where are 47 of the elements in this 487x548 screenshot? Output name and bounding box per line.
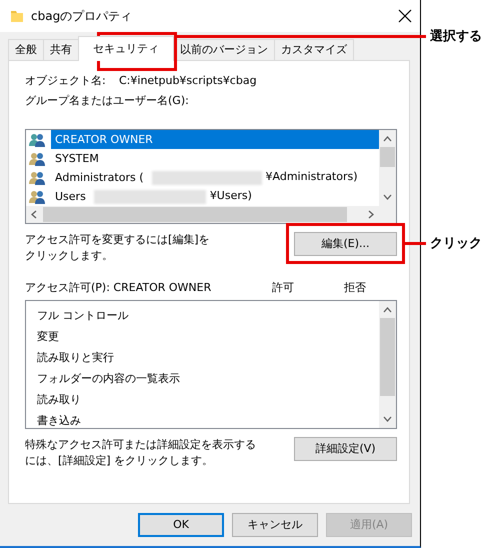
tab[interactable]: 全般 bbox=[8, 39, 44, 60]
scroll-thumb[interactable] bbox=[380, 147, 395, 167]
permission-name: 変更 bbox=[37, 330, 59, 343]
permission-name: 読み取りと実行 bbox=[37, 351, 114, 364]
scroll-thumb[interactable] bbox=[43, 207, 347, 222]
advanced-button[interactable]: 詳細設定(V) bbox=[294, 437, 397, 461]
permissions-label: アクセス許可(P): CREATOR OWNER bbox=[25, 280, 212, 296]
dialog-button[interactable]: キャンセル bbox=[232, 513, 318, 537]
edit-hint-text: クリックします。 bbox=[25, 248, 114, 264]
leader-line bbox=[405, 242, 426, 245]
user-name: SYSTEM bbox=[54, 151, 100, 167]
user-row[interactable]: SYSTEM bbox=[26, 149, 379, 168]
user-name: Users bbox=[54, 189, 87, 205]
user-row[interactable]: Administrators ( ¥Administrators) bbox=[26, 168, 379, 187]
folder-icon bbox=[10, 8, 24, 24]
users-icon bbox=[29, 170, 47, 186]
vertical-scrollbar[interactable] bbox=[379, 130, 396, 206]
user-domain: ¥Users) bbox=[210, 188, 252, 204]
close-icon[interactable] bbox=[398, 9, 412, 23]
callout-label: クリック bbox=[430, 235, 482, 253]
column-header: 拒否 bbox=[344, 280, 366, 296]
advanced-hint-text: 特殊なアクセス許可または詳細設定を表示する bbox=[25, 437, 256, 453]
edit-hint-text: アクセス許可を変更するには[編集]を bbox=[25, 232, 210, 248]
permission-name: 読み取り bbox=[37, 393, 81, 406]
users-icon bbox=[29, 188, 47, 204]
tab[interactable]: カスタマイズ bbox=[274, 39, 354, 60]
edit-button[interactable]: 編集(E)... bbox=[294, 232, 397, 256]
permission-name: フル コントロール bbox=[37, 309, 128, 322]
window-title: cbagのプロパティ bbox=[31, 8, 134, 25]
horizontal-scrollbar[interactable] bbox=[26, 206, 396, 223]
scroll-thumb[interactable] bbox=[380, 318, 395, 396]
user-name: Administrators ( bbox=[54, 170, 145, 186]
object-path: C:¥inetpub¥scripts¥cbag bbox=[119, 73, 257, 89]
group-list-label: グループ名またはユーザー名(G): bbox=[25, 93, 190, 109]
permission-name: 書き込み bbox=[37, 414, 81, 427]
object-name-label: オブジェクト名: bbox=[25, 73, 107, 89]
users-icon bbox=[29, 150, 47, 166]
tab[interactable]: セキュリティ bbox=[78, 36, 174, 61]
user-domain: ¥Administrators) bbox=[266, 169, 358, 186]
permission-name: フォルダーの内容の一覧表示 bbox=[37, 372, 180, 385]
callout-label: 選択する bbox=[430, 28, 482, 46]
dialog-button[interactable]: OK bbox=[138, 513, 224, 537]
user-row[interactable]: Users ¥Users) bbox=[26, 187, 379, 206]
advanced-hint-text: には、[詳細設定] をクリックします。 bbox=[25, 453, 214, 469]
users-icon bbox=[29, 132, 47, 148]
vertical-scrollbar[interactable] bbox=[379, 301, 396, 428]
column-header: 許可 bbox=[272, 280, 295, 296]
